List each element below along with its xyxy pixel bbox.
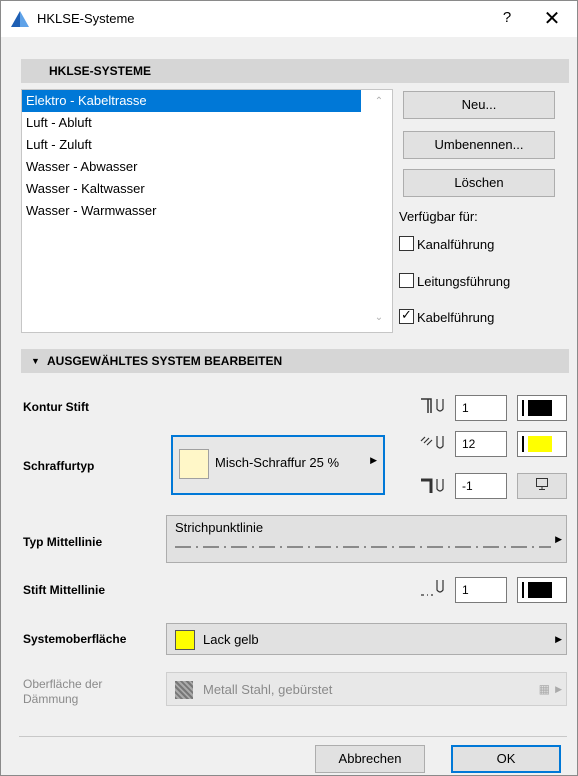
system-surface-label: Systemoberfläche	[23, 632, 127, 646]
checkbox-box[interactable]	[399, 236, 414, 251]
checkbox-pipe[interactable]: Leitungsführung	[399, 273, 510, 289]
surface-color-swatch	[175, 630, 195, 650]
pen-bar-icon	[522, 400, 524, 416]
checkbox-label: Leitungsführung	[417, 274, 511, 289]
list-item[interactable]: Wasser - Kaltwasser	[22, 178, 361, 200]
checkbox-label: Kabelführung	[417, 310, 495, 325]
centerline-pen-field[interactable]: 1	[455, 577, 507, 603]
arrow-right-icon: ▶	[555, 634, 562, 644]
contour-pen-color-swatch[interactable]	[517, 395, 567, 421]
arrow-right-icon: ▶	[370, 455, 377, 465]
available-for-label: Verfügbar für:	[399, 209, 478, 224]
color-fill	[528, 400, 552, 416]
contour-pen-label: Kontur Stift	[23, 400, 89, 414]
hatch-bg-pen-field[interactable]: -1	[455, 473, 507, 499]
dialog-window: HKLSE-Systeme ? ✕ HKLSE-SYSTEME Elektro …	[0, 0, 578, 776]
hatch-bg-pen-icon	[421, 478, 444, 493]
close-button[interactable]: ✕	[539, 6, 565, 31]
hatch-fg-pen-color-swatch[interactable]	[517, 431, 567, 457]
checkmark-icon: ✓	[401, 307, 412, 322]
system-list[interactable]: Elektro - Kabeltrasse Luft - Abluft Luft…	[21, 89, 393, 333]
color-fill	[528, 582, 552, 598]
hatch-type-value: Misch-Schraffur 25 %	[215, 455, 340, 470]
surface-settings-icon: ▦	[538, 682, 550, 696]
contour-pen-icon	[421, 398, 444, 413]
list-item[interactable]: Elektro - Kabeltrasse	[22, 90, 361, 112]
hatch-type-button[interactable]: Misch-Schraffur 25 % ▶	[171, 435, 385, 495]
checkbox-box[interactable]: ✓	[399, 307, 414, 324]
systems-section-title: HKLSE-SYSTEME	[49, 64, 152, 78]
arrow-right-icon: ▶	[555, 534, 562, 544]
color-fill	[528, 436, 552, 452]
rename-button[interactable]: Umbenennen...	[403, 131, 555, 159]
monitor-icon	[536, 478, 548, 490]
edit-section-header[interactable]: ▼ AUSGEWÄHLTES SYSTEM BEARBEITEN	[21, 349, 569, 373]
help-button[interactable]: ?	[497, 9, 517, 26]
list-item[interactable]: Wasser - Abwasser	[22, 156, 361, 178]
checkbox-box[interactable]	[399, 273, 414, 288]
centerline-type-selector[interactable]: Strichpunktlinie ▶	[166, 515, 567, 563]
centerline-pen-icon	[421, 580, 444, 596]
window-title: HKLSE-Systeme	[37, 11, 135, 26]
display-settings-button[interactable]	[517, 473, 567, 499]
scroll-up-arrow-icon[interactable]: ⌃	[372, 96, 386, 107]
collapse-triangle-icon: ▼	[31, 356, 40, 366]
footer-divider	[19, 736, 567, 737]
list-item[interactable]: Luft - Zuluft	[22, 134, 361, 156]
arrow-right-icon: ▶	[555, 684, 562, 694]
pen-bar-icon	[522, 582, 524, 598]
cancel-button[interactable]: Abbrechen	[315, 745, 425, 773]
list-item[interactable]: Luft - Abluft	[22, 112, 361, 134]
pen-bar-icon	[522, 436, 524, 452]
hatch-type-label: Schraffurtyp	[23, 459, 95, 473]
scroll-down-arrow-icon[interactable]: ⌄	[372, 312, 386, 323]
edit-section-title: AUSGEWÄHLTES SYSTEM BEARBEITEN	[47, 354, 283, 368]
centerline-type-label: Typ Mittellinie	[23, 535, 103, 549]
delete-button[interactable]: Löschen	[403, 169, 555, 197]
hatch-pattern-preview	[179, 449, 209, 479]
hatch-fg-pen-icon	[420, 436, 444, 449]
centerline-pen-color-swatch[interactable]	[517, 577, 567, 603]
title-bar: HKLSE-Systeme ? ✕	[1, 1, 577, 37]
checkbox-cable[interactable]: ✓ Kabelführung	[399, 307, 495, 325]
new-button[interactable]: Neu...	[403, 91, 555, 119]
systems-section-header: HKLSE-SYSTEME	[21, 59, 569, 83]
system-surface-value: Lack gelb	[203, 632, 259, 647]
ok-button[interactable]: OK	[451, 745, 561, 773]
app-icon	[11, 11, 29, 27]
insulation-surface-selector: Metall Stahl, gebürstet ▦ ▶	[166, 672, 567, 706]
centerline-type-value: Strichpunktlinie	[175, 520, 264, 535]
dash-dot-line-preview	[175, 546, 551, 548]
contour-pen-field[interactable]: 1	[455, 395, 507, 421]
insulation-surface-value: Metall Stahl, gebürstet	[203, 682, 333, 697]
insulation-surface-label: Oberfläche der Dämmung	[23, 677, 103, 706]
centerline-pen-label: Stift Mittellinie	[23, 583, 105, 597]
system-surface-selector[interactable]: Lack gelb ▶	[166, 623, 567, 655]
metal-texture-swatch	[175, 681, 193, 699]
checkbox-label: Kanalführung	[417, 237, 495, 252]
list-item[interactable]: Wasser - Warmwasser	[22, 200, 361, 222]
hatch-fg-pen-field[interactable]: 12	[455, 431, 507, 457]
checkbox-duct[interactable]: Kanalführung	[399, 236, 494, 252]
